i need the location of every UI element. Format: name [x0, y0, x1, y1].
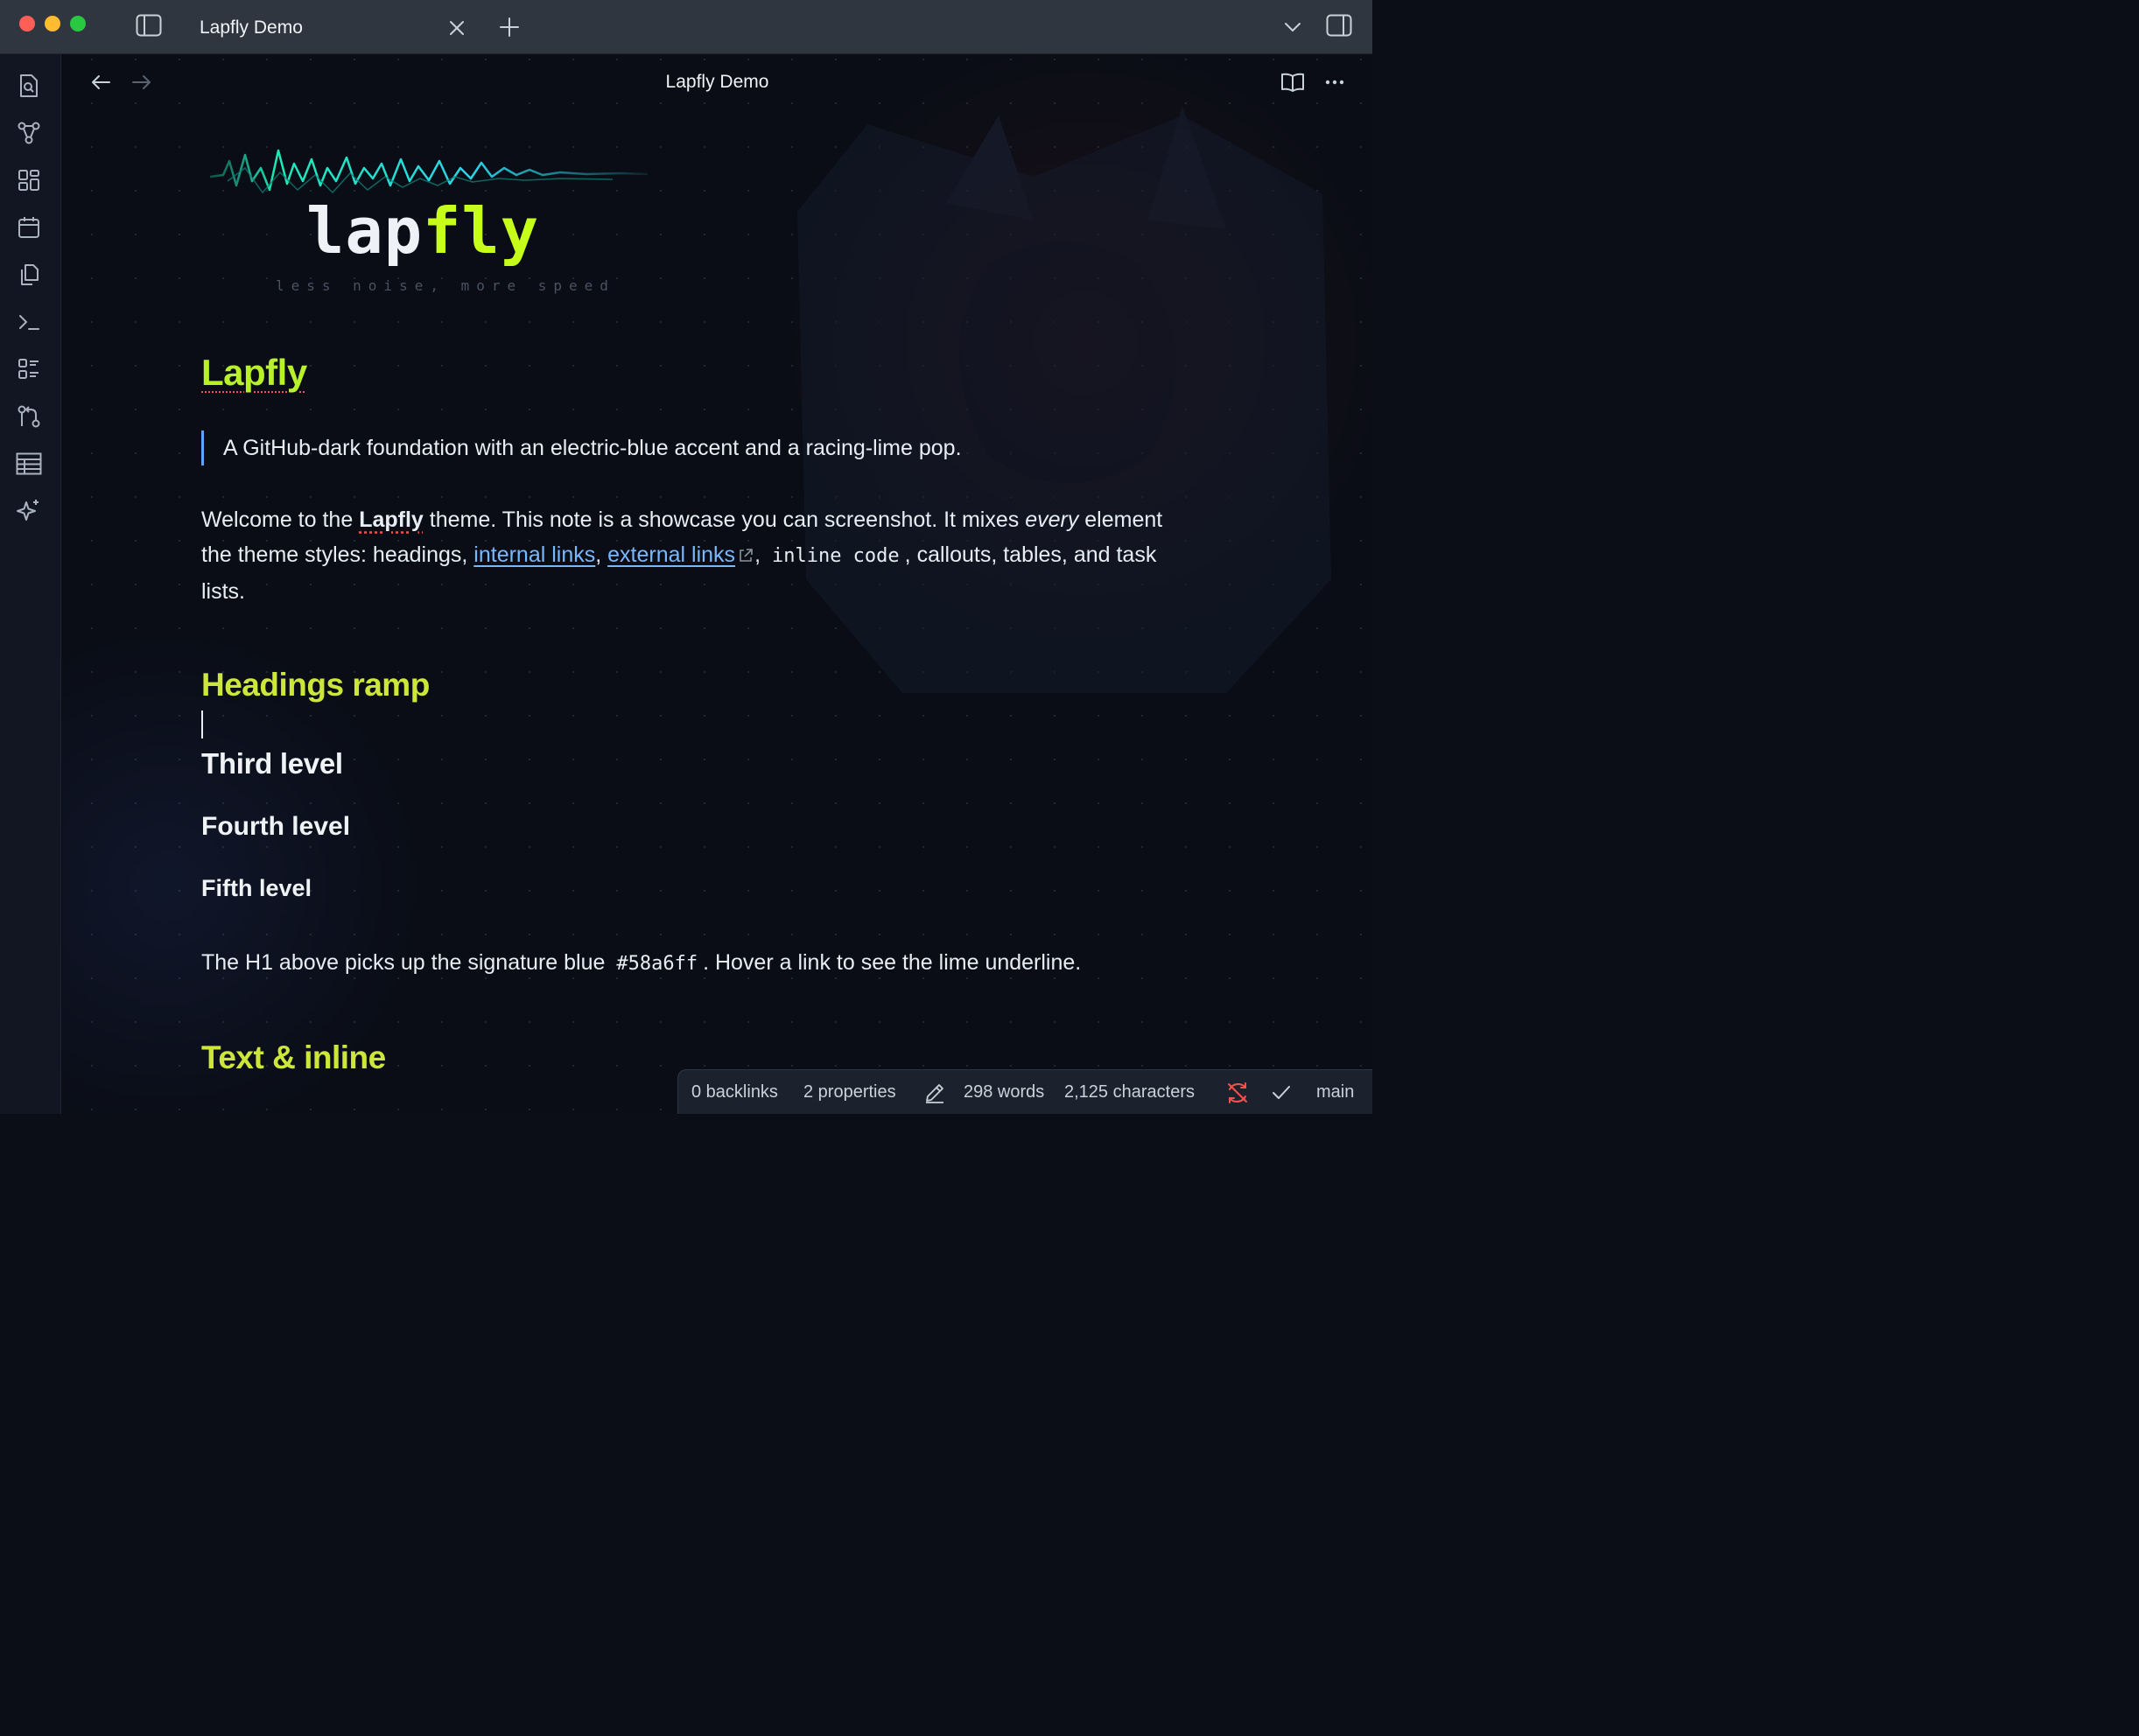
heading-1: Lapfly	[201, 352, 307, 393]
minimize-window-button[interactable]	[45, 16, 60, 32]
intro-italic: every	[1025, 508, 1079, 532]
title-bar: Lapfly Demo	[0, 0, 1372, 54]
word-count: 298 words	[964, 1082, 1045, 1102]
zoom-window-button[interactable]	[70, 16, 86, 32]
close-window-button[interactable]	[19, 16, 35, 32]
layout-grid-icon[interactable]	[15, 166, 43, 194]
h1-line-text-2: . Hover a link to see the lime underline…	[703, 950, 1082, 975]
list-checks-icon[interactable]	[15, 355, 43, 383]
intro-sep-2: ,	[754, 542, 767, 567]
right-sidebar-toggle-icon[interactable]	[1323, 11, 1355, 39]
background-mascot-image	[797, 107, 1331, 693]
tab-list-chevron-down-icon[interactable]	[1280, 14, 1306, 40]
logo-word-fly: fly	[423, 194, 540, 268]
backlinks-count[interactable]: 0 backlinks	[691, 1082, 778, 1102]
intro-sep-1: ,	[595, 542, 608, 567]
logo-tagline: less noise, more speed	[276, 277, 615, 294]
app-window: Lapfly Demo Lapfly Demo lapfly less nois…	[0, 0, 1372, 1114]
table-icon[interactable]	[15, 450, 43, 478]
checkmark-icon[interactable]	[1268, 1081, 1294, 1105]
text-cursor	[201, 710, 203, 738]
terminal-icon[interactable]	[15, 308, 43, 336]
heading-2-headings-ramp: Headings ramp	[201, 667, 430, 703]
intro-bold: Lapfly	[359, 508, 424, 532]
external-link-icon	[740, 549, 753, 563]
git-branch[interactable]: main	[1316, 1082, 1354, 1102]
heading-3: Third level	[201, 747, 343, 780]
calendar-icon[interactable]	[15, 214, 43, 242]
heading-2-text-inline: Text & inline	[201, 1040, 386, 1075]
new-tab-icon[interactable]	[495, 13, 523, 41]
close-tab-icon[interactable]	[445, 16, 469, 40]
reading-view-book-icon[interactable]	[1279, 68, 1307, 96]
h1-color-paragraph: The H1 above picks up the signature blue…	[201, 945, 1081, 982]
git-compare-icon[interactable]	[15, 402, 43, 430]
heading-4: Fourth level	[201, 812, 351, 841]
intro-text-1: Welcome to the	[201, 508, 360, 532]
more-options-icon[interactable]	[1321, 68, 1349, 96]
external-link[interactable]: external links	[607, 542, 735, 567]
intro-paragraph: Welcome to the Lapfly theme. This note i…	[201, 502, 1182, 609]
intro-text-2: theme. This note is a showcase you can s…	[423, 508, 1026, 532]
graph-icon[interactable]	[15, 119, 43, 147]
internal-link[interactable]: internal links	[473, 542, 595, 567]
left-ribbon	[0, 54, 61, 1114]
status-bar: 0 backlinks 2 properties 298 words 2,125…	[677, 1069, 1372, 1114]
h1-line-text-1: The H1 above picks up the signature blue	[201, 950, 612, 975]
file-search-icon[interactable]	[15, 72, 43, 100]
edit-pencil-icon[interactable]	[922, 1081, 948, 1105]
sync-error-icon[interactable]	[1224, 1081, 1251, 1105]
sparkles-icon[interactable]	[15, 497, 43, 525]
sidebar-toggle-icon[interactable]	[133, 11, 165, 39]
copy-icon[interactable]	[15, 261, 43, 289]
editor-pane: Lapfly Demo lapfly less noise, more spee…	[62, 54, 1372, 1114]
character-count: 2,125 characters	[1064, 1082, 1195, 1102]
logo-word-lap: lap	[306, 194, 424, 268]
lapfly-logo: lapfly less noise, more speed	[210, 142, 648, 308]
inline-code: inline code	[771, 545, 900, 567]
note-title: Lapfly Demo	[665, 72, 769, 92]
tab-lapfly-demo[interactable]: Lapfly Demo	[200, 18, 303, 38]
heading-5: Fifth level	[201, 875, 312, 901]
properties-count[interactable]: 2 properties	[803, 1082, 896, 1102]
blockquote-text: A GitHub-dark foundation with an electri…	[223, 436, 962, 460]
logo-wordmark: lapfly	[306, 194, 539, 268]
hex-code: #58a6ff	[616, 953, 698, 975]
blockquote: A GitHub-dark foundation with an electri…	[201, 430, 962, 466]
